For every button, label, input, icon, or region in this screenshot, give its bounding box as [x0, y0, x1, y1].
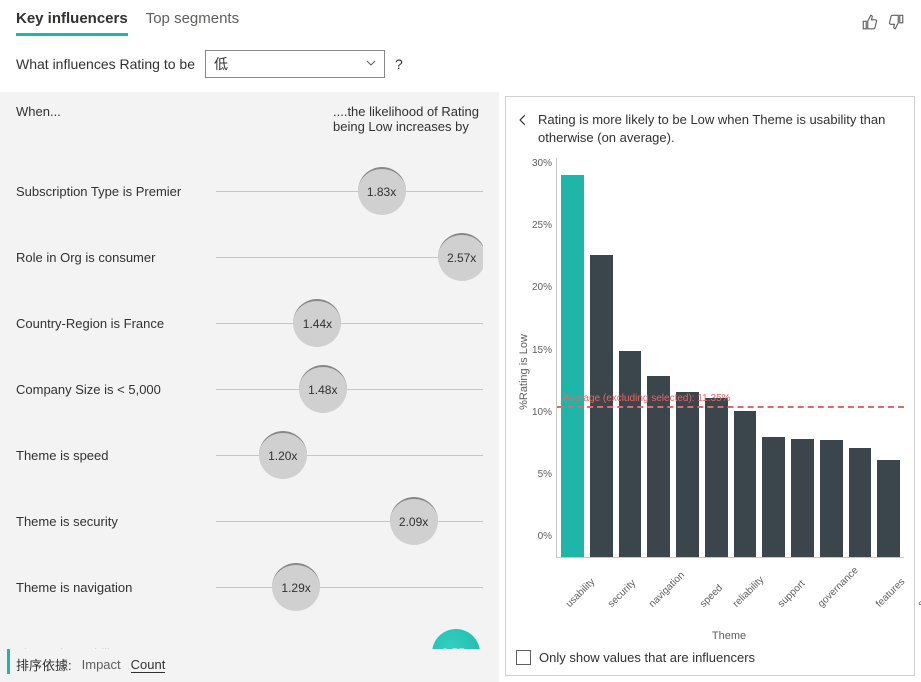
influencer-label: Company Size is < 5,000 — [16, 382, 216, 397]
bar[interactable] — [561, 175, 584, 557]
influencer-track: 1.48x — [216, 389, 483, 390]
chart: %Rating is Low 30%25%20%15%10%5%0% Avera… — [516, 158, 904, 586]
bar[interactable] — [849, 448, 872, 557]
influencer-track: 1.44x — [216, 323, 483, 324]
thumbs-up-icon[interactable] — [861, 13, 879, 34]
x-axis-ticks: usabilitysecuritynavigationspeedreliabil… — [554, 586, 904, 626]
influencer-list: Subscription Type is Premier1.83xRole in… — [16, 158, 483, 649]
influencer-row[interactable]: Company Size is < 5,0001.48x — [16, 356, 483, 422]
detail-title: Rating is more likely to be Low when The… — [538, 111, 904, 146]
sort-row: 排序依據: Impact Count — [7, 649, 483, 674]
bar[interactable] — [877, 460, 900, 557]
question-row: What influences Rating to be 低 ? — [0, 36, 921, 92]
dropdown-value: 低 — [214, 54, 228, 74]
when-label: When... — [16, 104, 61, 134]
bar[interactable] — [676, 392, 699, 557]
chevron-down-icon — [366, 58, 376, 71]
influencer-track: 1.83x — [216, 191, 483, 192]
influencer-track: 1.29x — [216, 587, 483, 588]
bar[interactable] — [705, 398, 728, 558]
plot-area: Average (excluding selected): 11.35% — [556, 158, 904, 558]
thumbs-down-icon[interactable] — [887, 13, 905, 34]
sort-label: 排序依據: — [16, 655, 72, 674]
influencer-bubble[interactable]: 2.09x — [390, 497, 438, 545]
influencer-label: Theme is security — [16, 514, 216, 529]
back-arrow-icon[interactable] — [516, 111, 530, 130]
influencer-row[interactable]: Country-Region is France1.44x — [16, 290, 483, 356]
average-line — [557, 406, 904, 408]
influencer-track: 2.57x — [216, 257, 483, 258]
influencer-label: Subscription Type is Premier — [16, 184, 216, 199]
bar[interactable] — [820, 440, 843, 557]
y-axis-ticks: 30%25%20%15%10%5%0% — [532, 158, 556, 558]
only-influencers-label: Only show values that are influencers — [539, 650, 755, 665]
question-prefix: What influences Rating to be — [16, 56, 195, 72]
influencer-bubble[interactable]: 1.83x — [358, 167, 406, 215]
likelihood-label: ....the likelihood of Rating being Low i… — [333, 104, 483, 134]
influencer-label: Country-Region is France — [16, 316, 216, 331]
influencers-panel: When... ....the likelihood of Rating bei… — [0, 92, 499, 682]
influencer-label: Theme is navigation — [16, 580, 216, 595]
rating-dropdown[interactable]: 低 — [205, 50, 385, 78]
influencer-bubble[interactable]: 2.55x — [432, 629, 480, 649]
influencer-bubble[interactable]: 1.44x — [293, 299, 341, 347]
influencer-row[interactable]: Theme is speed1.20x — [16, 422, 483, 488]
influencer-row[interactable]: Role in Org is consumer2.57x — [16, 224, 483, 290]
bar[interactable] — [762, 437, 785, 557]
influencer-row[interactable]: Theme is navigation1.29x — [16, 554, 483, 620]
x-axis-label: Theme — [554, 630, 904, 642]
tab-key-influencers[interactable]: Key influencers — [16, 10, 128, 36]
only-influencers-checkbox[interactable] — [516, 650, 531, 665]
bar[interactable] — [734, 411, 757, 557]
influencer-bubble[interactable]: 1.20x — [259, 431, 307, 479]
bar[interactable] — [619, 351, 642, 557]
influencer-row[interactable]: Theme is usability2.55x — [16, 620, 483, 649]
influencer-bubble[interactable]: 2.57x — [438, 233, 483, 281]
influencer-track: 1.20x — [216, 455, 483, 456]
influencer-row[interactable]: Subscription Type is Premier1.83x — [16, 158, 483, 224]
tab-top-segments[interactable]: Top segments — [146, 10, 239, 36]
influencer-label: Role in Org is consumer — [16, 250, 216, 265]
tabs: Key influencers Top segments — [16, 10, 239, 36]
influencer-label: Theme is speed — [16, 448, 216, 463]
sort-impact[interactable]: Impact — [82, 657, 121, 672]
influencer-track: 2.09x — [216, 521, 483, 522]
y-axis-label: %Rating is Low — [516, 158, 532, 586]
influencer-bubble[interactable]: 1.29x — [272, 563, 320, 611]
influencer-bubble[interactable]: 1.48x — [299, 365, 347, 413]
sort-count[interactable]: Count — [131, 657, 166, 673]
question-suffix: ? — [395, 56, 403, 72]
influencer-row[interactable]: Theme is security2.09x — [16, 488, 483, 554]
average-label: Average (excluding selected): 11.35% — [563, 393, 731, 404]
detail-panel: Rating is more likely to be Low when The… — [505, 96, 915, 676]
bar[interactable] — [791, 439, 814, 557]
